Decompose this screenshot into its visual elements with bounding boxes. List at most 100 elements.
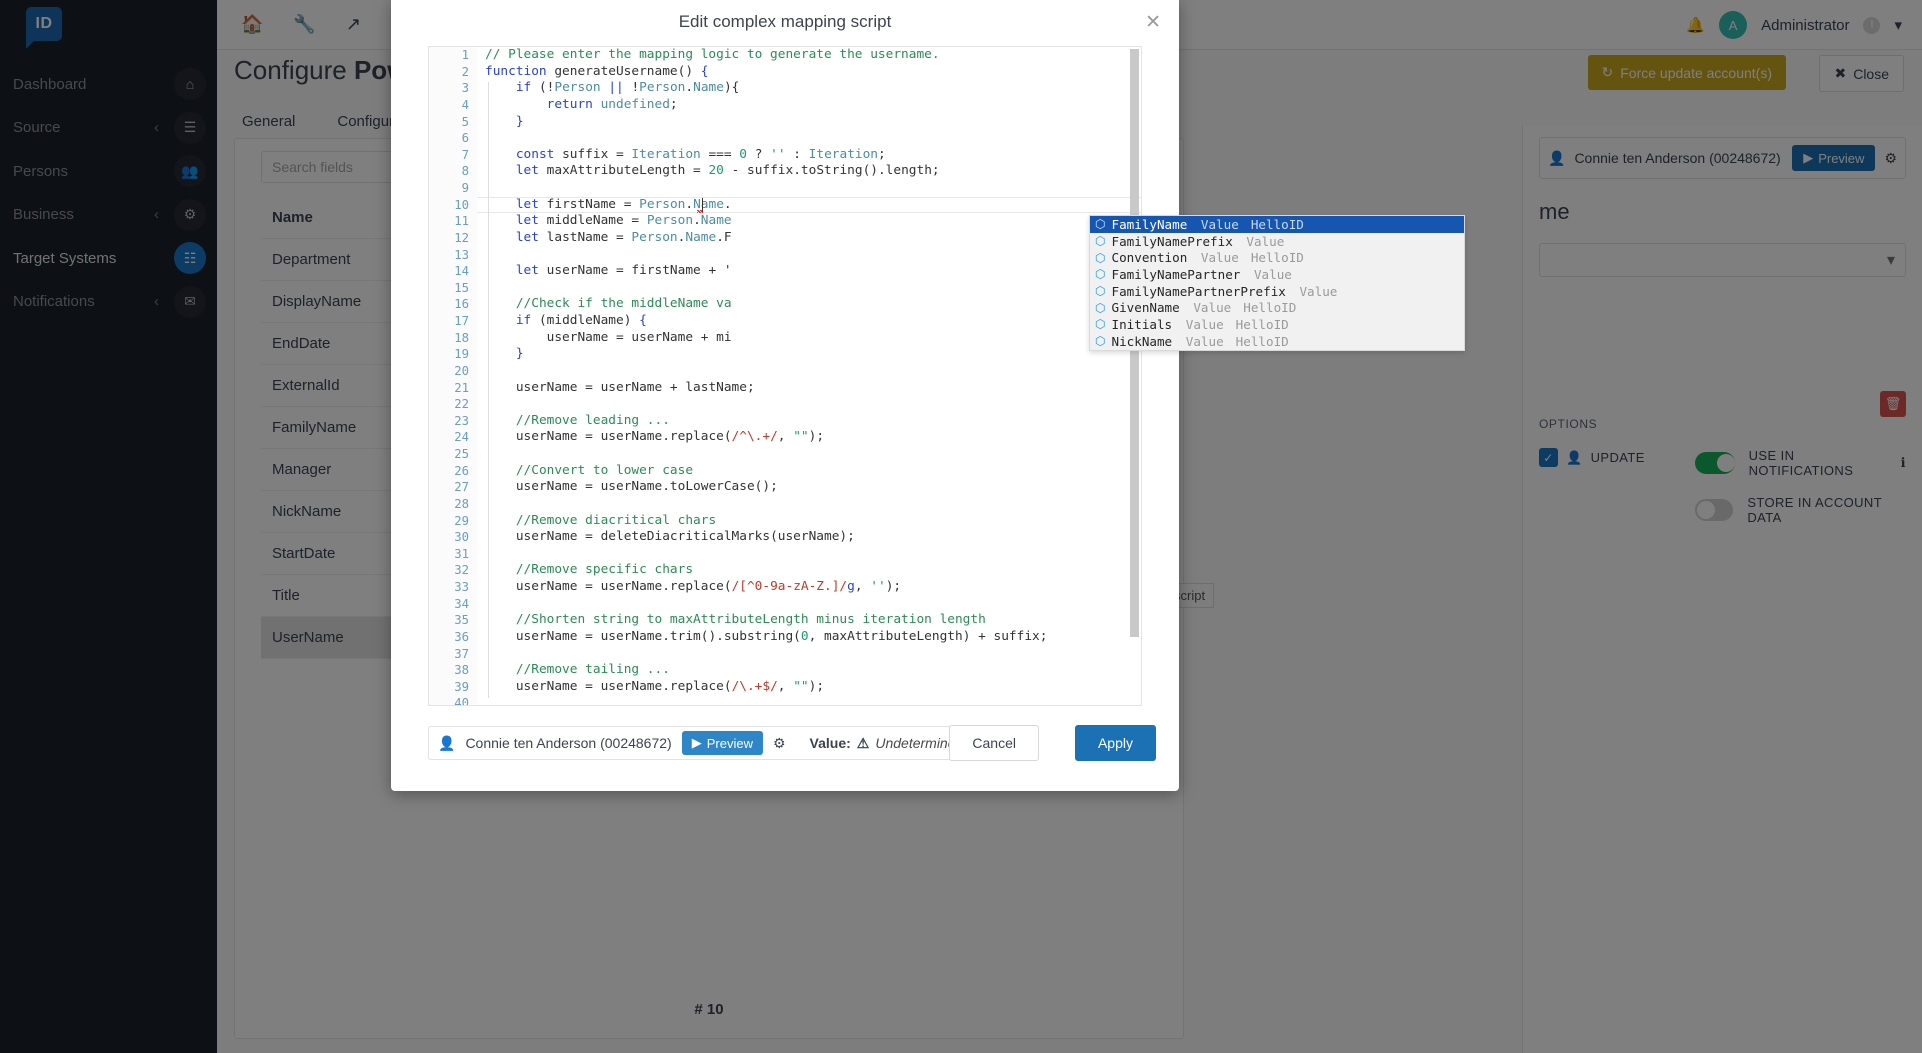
code-line[interactable]: 27 userName = userName.toLowerCase(); [429, 479, 1141, 496]
code-line[interactable]: 7 const suffix = Iteration === 0 ? '' : … [429, 147, 1141, 164]
code-line[interactable]: 17 if (middleName) { [429, 313, 1141, 330]
code-line[interactable]: 33 userName = userName.replace(/[^0-9a-z… [429, 579, 1141, 596]
code-line[interactable]: 35 //Shorten string to maxAttributeLengt… [429, 612, 1141, 629]
code-token: let [515, 163, 539, 179]
code-token: Name [685, 229, 717, 245]
code-line[interactable]: 14 let userName = firstName + ' [429, 263, 1141, 280]
modal-preview-button[interactable]: ▶ Preview [681, 731, 763, 755]
autocomplete-popup[interactable]: ⬡ FamilyName Value HelloID ⬡ FamilyNamePrefi… [1089, 215, 1465, 351]
code-line[interactable]: 4 return undefined; [429, 97, 1141, 114]
code-line[interactable]: 6 [429, 130, 1141, 147]
code-line[interactable]: 34 [429, 596, 1141, 613]
code-line[interactable]: 23 //Remove leading ... [429, 413, 1141, 430]
line-number: 11 [454, 214, 469, 229]
autocomplete-item-source: HelloID [1235, 316, 1289, 332]
autocomplete-item[interactable]: ⬡ NickName Value HelloID [1090, 333, 1464, 350]
code-token: lastName = [538, 229, 632, 245]
value-readout: Value: ⚠ Undetermined [810, 735, 964, 752]
code-line[interactable]: 2 function generateUsername() { [429, 64, 1141, 81]
autocomplete-item[interactable]: ⬡ Initials Value HelloID [1090, 316, 1464, 333]
code-line[interactable]: 38 //Remove tailing ... [429, 662, 1141, 679]
code-line[interactable]: 36 userName = userName.trim().substring(… [429, 629, 1141, 646]
autocomplete-item-kind: Value [1193, 250, 1239, 266]
code-token: suffix = [554, 146, 632, 162]
autocomplete-item-name: NickName [1111, 333, 1173, 349]
line-number: 27 [454, 480, 469, 495]
line-text: userName = userName + lastName; [485, 380, 755, 397]
line-text: userName = userName.trim().substring(0, … [485, 628, 1048, 646]
code-token: , maxAttributeLength) + suffix; [808, 628, 1048, 644]
line-number: 9 [461, 181, 469, 195]
code-line[interactable]: 1 // Please enter the mapping logic to ge… [429, 47, 1141, 64]
autocomplete-item-source: HelloID [1250, 216, 1304, 232]
code-token: === [700, 146, 740, 162]
warning-icon: ⚠ [856, 734, 870, 751]
code-token: userName = userName + lastName; [515, 379, 755, 395]
apply-button[interactable]: Apply [1074, 725, 1156, 761]
code-token: 0 [739, 146, 747, 162]
code-line[interactable]: 18 userName = userName + mi [429, 330, 1141, 347]
autocomplete-item[interactable]: ⬡ GivenName Value HelloID [1090, 299, 1464, 316]
code-line[interactable]: 11 let middleName = Person.Name [429, 213, 1141, 230]
line-text: userName = deleteDiacriticalMarks(userNa… [485, 529, 855, 546]
autocomplete-item[interactable]: ⬡ FamilyName Value HelloID [1090, 216, 1464, 233]
code-line[interactable]: 13 [429, 247, 1141, 264]
code-line[interactable]: 25 [429, 446, 1141, 463]
code-token: //Check if the middleName va [515, 296, 732, 312]
code-line[interactable]: 5 } [429, 114, 1141, 131]
code-line[interactable]: 29 //Remove diacritical chars [429, 513, 1141, 530]
code-line[interactable]: 32 //Remove specific chars [429, 562, 1141, 579]
code-line[interactable]: 26 //Convert to lower case [429, 463, 1141, 480]
autocomplete-item-source: HelloID [1235, 333, 1289, 349]
cancel-button[interactable]: Cancel [949, 725, 1039, 761]
code-line[interactable]: 40 [429, 695, 1141, 705]
autocomplete-item[interactable]: ⬡ Convention Value HelloID [1090, 249, 1464, 266]
code-lines[interactable]: 1 // Please enter the mapping logic to ge… [429, 47, 1141, 705]
line-number: 8 [461, 164, 469, 179]
code-token: (middleName) [531, 313, 640, 328]
code-line[interactable]: 8 let maxAttributeLength = 20 - suffix.t… [429, 163, 1141, 180]
line-number: 14 [454, 264, 469, 279]
code-token: , [777, 678, 794, 694]
code-line[interactable]: 19 } [429, 346, 1141, 363]
code-line[interactable]: 15 [429, 280, 1141, 297]
code-line[interactable]: 10 let firstName = Person.Name. [429, 196, 1141, 214]
gear-icon[interactable]: ⚙ [773, 735, 786, 752]
code-line[interactable]: 31 [429, 546, 1141, 563]
line-text: let middleName = Person.Name [485, 213, 732, 230]
code-line[interactable]: 39 userName = userName.replace(/\.+$/, "… [429, 679, 1141, 696]
code-token: function [485, 63, 547, 79]
line-text: let lastName = Person.Name.F [485, 230, 732, 247]
code-line[interactable]: 12 let lastName = Person.Name.F [429, 230, 1141, 247]
code-line[interactable]: 24 userName = userName.replace(/^\.+/, "… [429, 429, 1141, 446]
code-token: Person [639, 80, 686, 96]
modal-person-chip[interactable]: 👤 Connie ten Anderson (00248672) ▶ Previ… [428, 726, 1010, 760]
code-line[interactable]: 30 userName = deleteDiacriticalMarks(use… [429, 529, 1141, 546]
cube-icon: ⬡ [1095, 234, 1106, 249]
code-line[interactable]: 21 userName = userName + lastName; [429, 380, 1141, 397]
autocomplete-item-name: FamilyNamePrefix [1111, 233, 1233, 249]
code-line[interactable]: 37 [429, 646, 1141, 663]
line-text: // Please enter the mapping logic to gen… [485, 47, 940, 64]
autocomplete-item[interactable]: ⬡ FamilyNamePrefix Value [1090, 233, 1464, 250]
code-line[interactable]: 22 [429, 396, 1141, 413]
autocomplete-item[interactable]: ⬡ FamilyNamePartnerPrefix Value [1090, 283, 1464, 300]
close-icon[interactable]: ✕ [1145, 11, 1161, 34]
code-line[interactable]: 9 [429, 180, 1141, 197]
code-line[interactable]: 3 if (!Person || !Person.Name){ [429, 80, 1141, 97]
autocomplete-item-kind: Value [1178, 333, 1224, 349]
code-line[interactable]: 16 //Check if the middleName va [429, 296, 1141, 313]
code-token: { [639, 313, 647, 328]
code-token: userName = userName.toLowerCase(); [515, 479, 778, 495]
code-line[interactable]: 20 [429, 363, 1141, 380]
line-number: 21 [454, 380, 469, 395]
code-line[interactable]: 28 [429, 496, 1141, 513]
line-number: 10 [454, 197, 469, 212]
autocomplete-item[interactable]: ⬡ FamilyNamePartner Value [1090, 266, 1464, 283]
code-editor[interactable]: 1 // Please enter the mapping logic to ge… [428, 46, 1142, 706]
